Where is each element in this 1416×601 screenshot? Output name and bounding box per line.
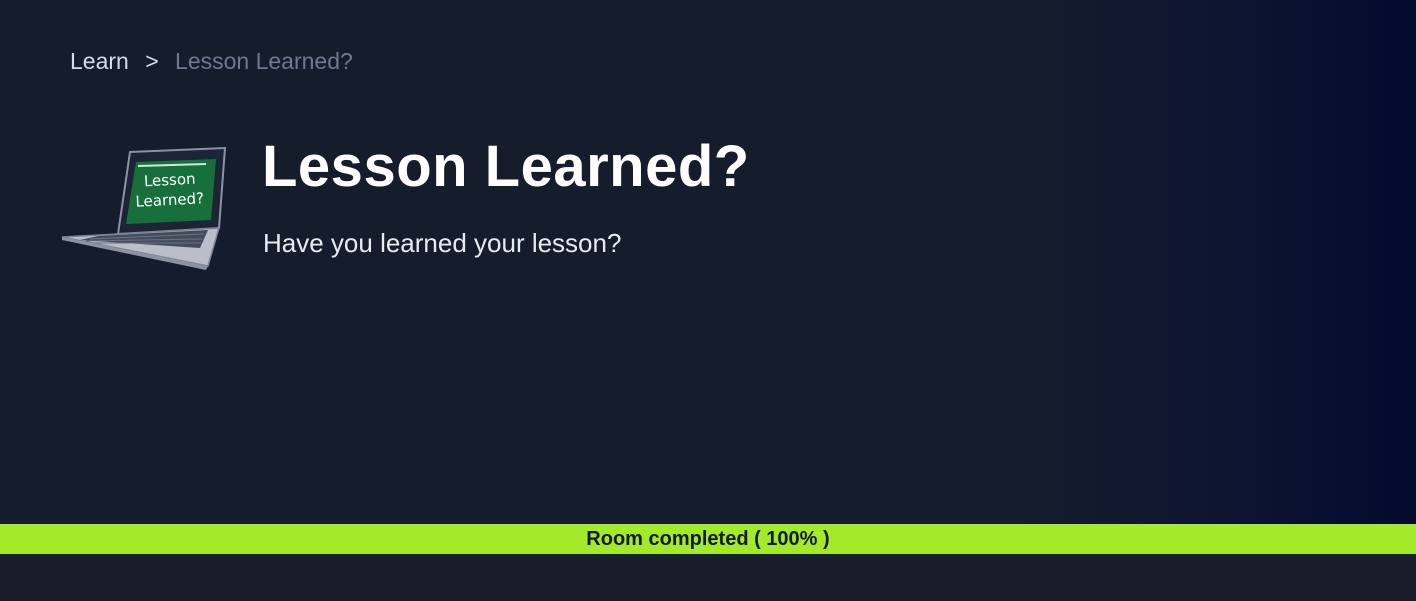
- breadcrumb-current: Lesson Learned?: [175, 48, 353, 74]
- laptop-icon: Lesson Learned?: [61, 146, 227, 270]
- breadcrumb: Learn > Lesson Learned?: [70, 46, 353, 76]
- room-subtitle: Have you learned your lesson?: [263, 228, 622, 258]
- room-title: Lesson Learned?: [262, 134, 750, 199]
- laptop-screen-text-line1: Lesson: [143, 170, 196, 191]
- room-progress-bar: Room completed ( 100% ): [0, 524, 1416, 554]
- laptop-screen-text-line2: Learned?: [135, 189, 204, 211]
- room-header: Learn > Lesson Learned? Lesson Learned? …: [0, 0, 1416, 524]
- room-progress-label: Room completed ( 100% ): [586, 528, 830, 550]
- breadcrumb-learn-link[interactable]: Learn: [70, 48, 129, 74]
- breadcrumb-separator: >: [145, 48, 159, 74]
- content-area: [0, 554, 1416, 601]
